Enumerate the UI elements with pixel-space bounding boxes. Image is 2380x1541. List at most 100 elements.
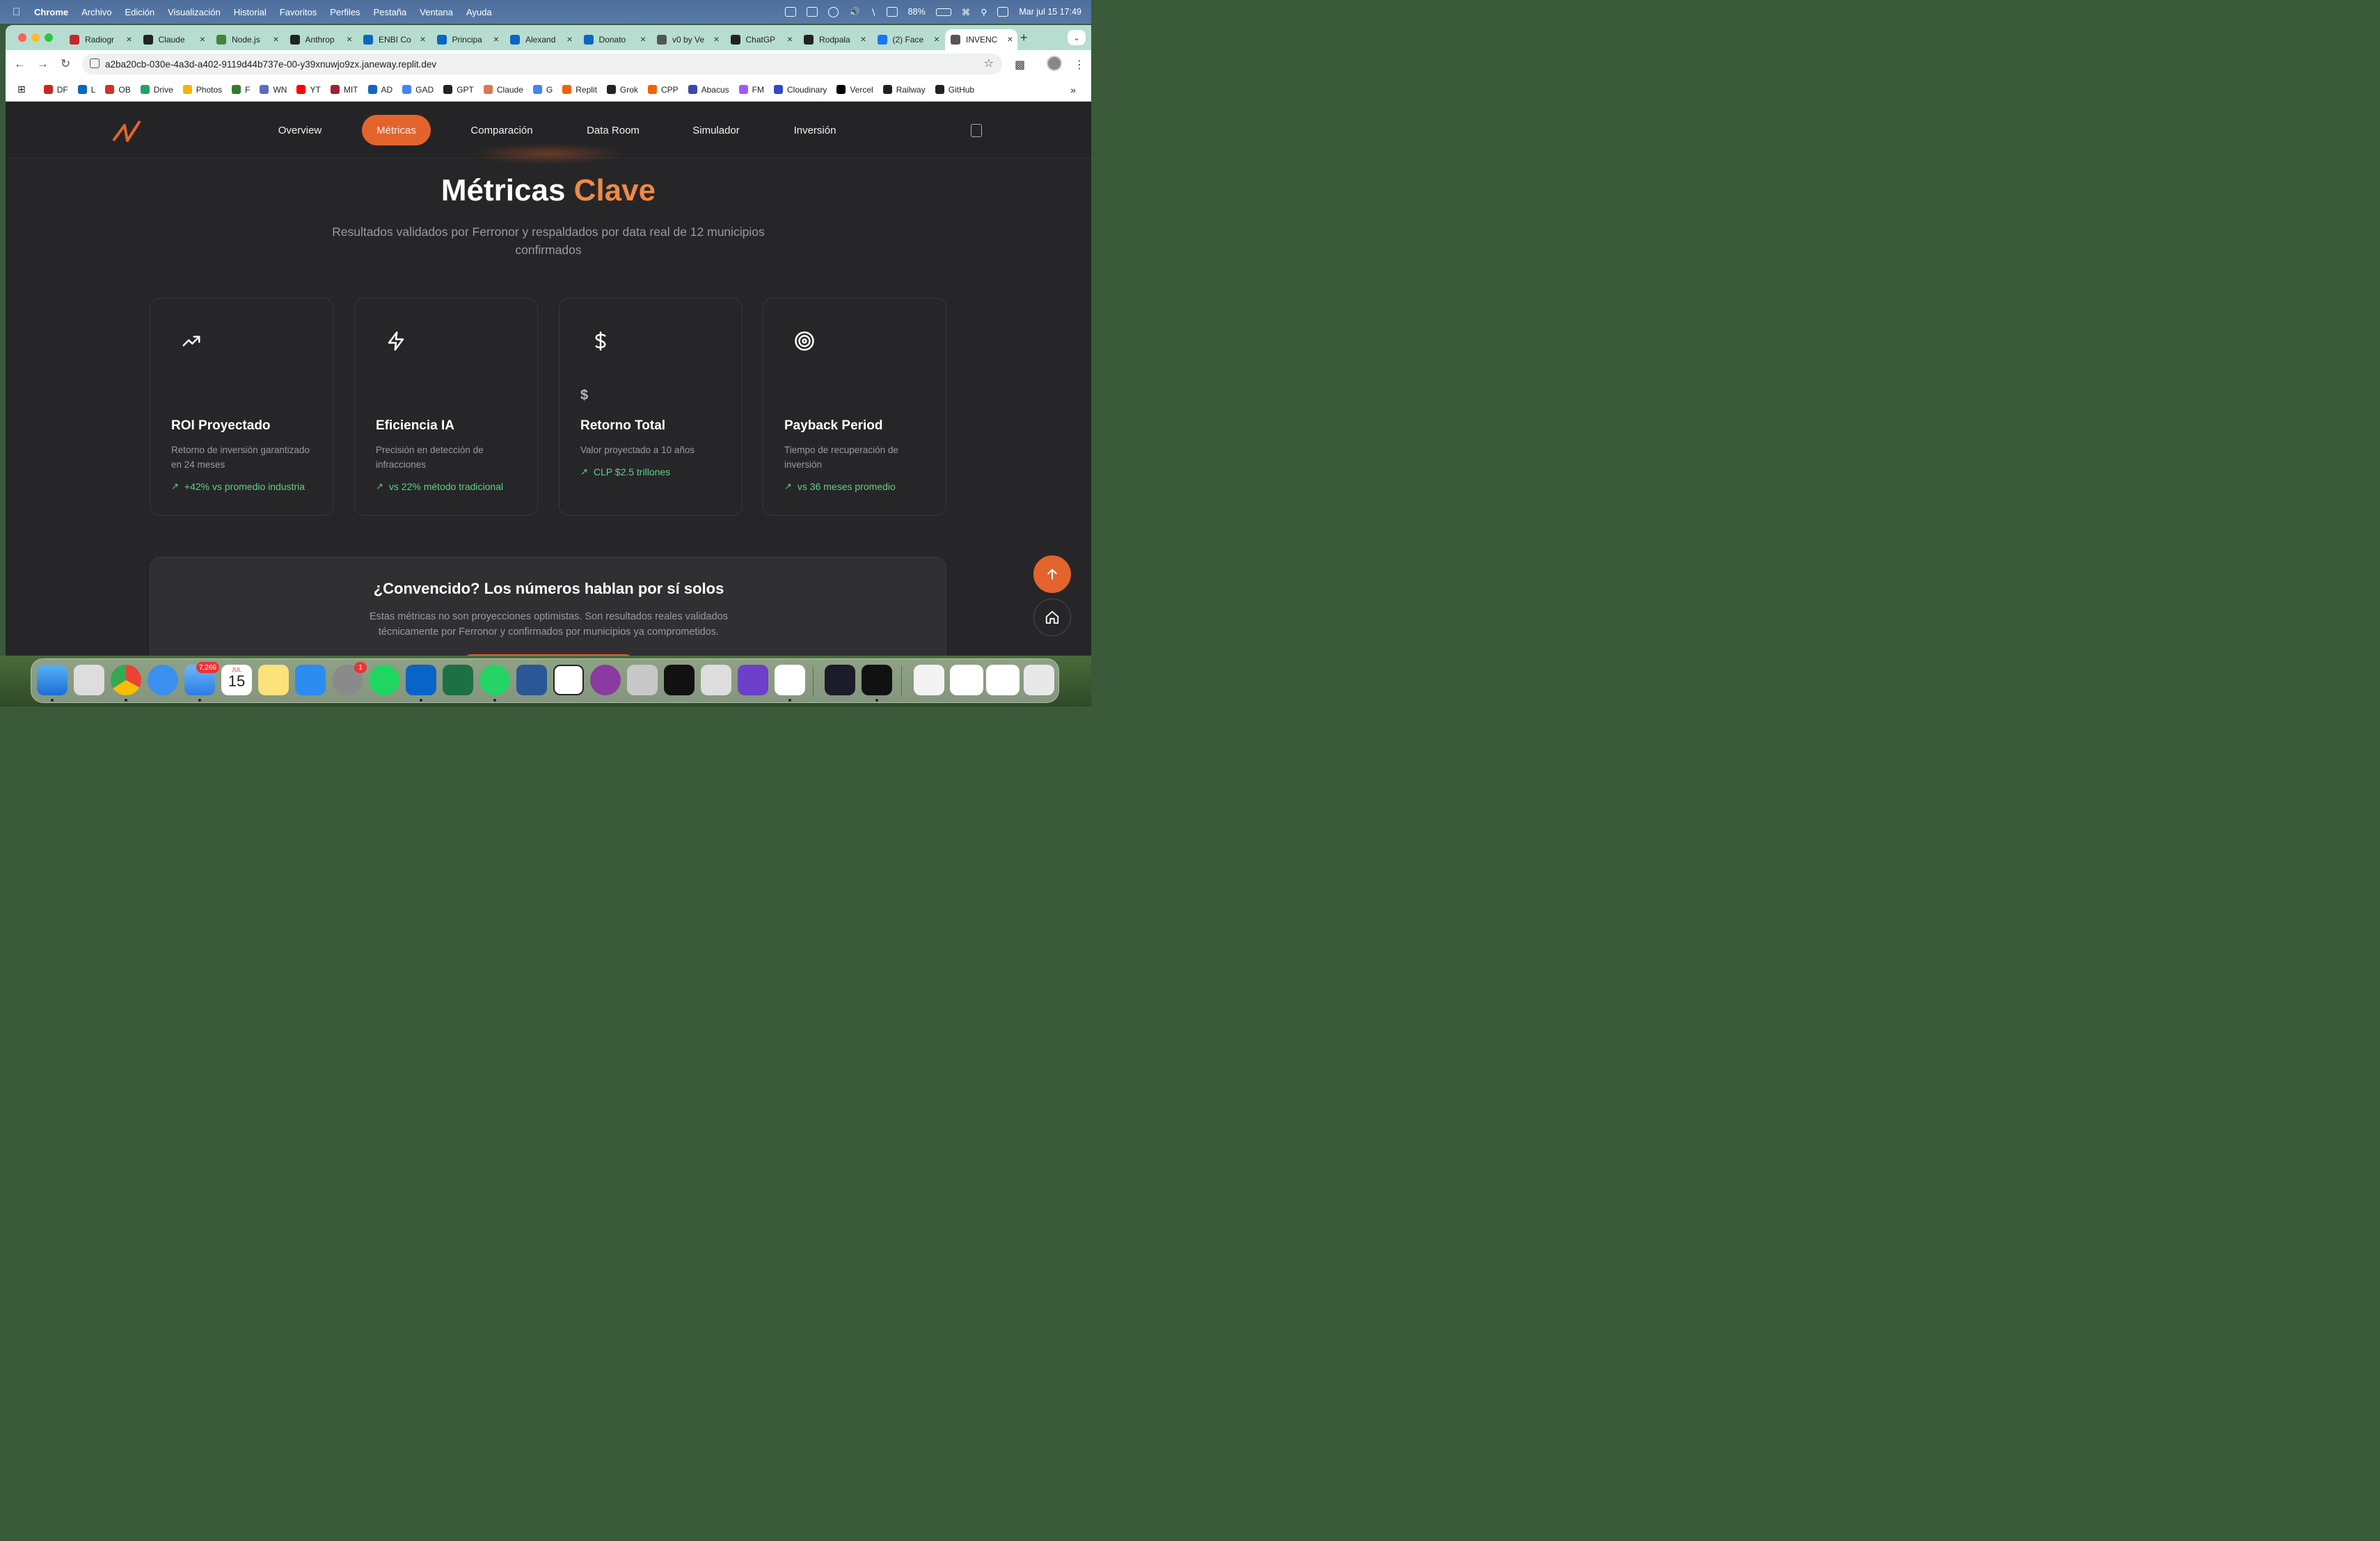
app-icon[interactable] — [701, 665, 731, 695]
search-icon[interactable]: ⚲ — [981, 7, 987, 17]
bookmark-item[interactable]: Railway — [882, 85, 926, 95]
browser-tab[interactable]: Node.js × — [211, 29, 283, 50]
word-icon[interactable] — [516, 665, 547, 695]
windsurf-icon[interactable] — [825, 665, 855, 695]
bookmark-item[interactable]: YT — [296, 85, 321, 95]
trash-icon[interactable] — [1024, 665, 1054, 695]
close-tab-icon[interactable]: × — [787, 33, 793, 45]
close-tab-icon[interactable]: × — [566, 33, 572, 45]
wifi-icon[interactable]: ⌘ — [962, 7, 971, 17]
nav-data-room[interactable]: Data Room — [576, 115, 650, 145]
browser-tab[interactable]: Principa × — [431, 29, 504, 50]
brand-logo[interactable] — [112, 118, 145, 142]
cta-button[interactable] — [461, 654, 635, 656]
browser-tab[interactable]: ChatGP × — [725, 29, 798, 50]
menu-ventana[interactable]: Ventana — [420, 7, 453, 17]
close-tab-icon[interactable]: × — [273, 33, 278, 45]
keynote-icon[interactable] — [295, 665, 326, 695]
bookmark-item[interactable]: Claude — [483, 85, 523, 95]
menu-app-name[interactable]: Chrome — [34, 7, 68, 17]
bookmark-item[interactable]: CPP — [647, 85, 679, 95]
bookmark-item[interactable]: Drive — [140, 85, 173, 95]
browser-tab[interactable]: Radiogr × — [64, 29, 136, 50]
bluetooth-icon[interactable]: ∖ — [871, 7, 876, 17]
launchpad-icon[interactable] — [74, 665, 104, 695]
nav-inversion[interactable]: Inversión — [783, 115, 847, 145]
bookmark-item[interactable]: Replit — [562, 85, 597, 95]
bookmark-item[interactable]: Cloudinary — [773, 85, 827, 95]
battery-icon[interactable] — [935, 8, 951, 16]
terminal-icon[interactable] — [862, 665, 892, 695]
nav-comparacion[interactable]: Comparación — [459, 115, 544, 145]
browser-tab[interactable]: Donato × — [578, 29, 651, 50]
extensions-icon[interactable]: ▩ — [1015, 58, 1025, 72]
circle-app-icon[interactable] — [590, 665, 621, 695]
control-center-icon[interactable] — [997, 7, 1009, 17]
bookmark-item[interactable]: MIT — [330, 85, 358, 95]
browser-tab[interactable]: Alexand × — [505, 29, 577, 50]
menu-favoritos[interactable]: Favoritos — [280, 7, 317, 17]
apple-icon[interactable]:  — [13, 6, 22, 18]
menu-historial[interactable]: Historial — [234, 7, 267, 17]
bookmark-item[interactable]: FM — [738, 85, 764, 95]
safari-icon[interactable] — [148, 665, 178, 695]
site-info-icon[interactable] — [90, 58, 100, 68]
more-bookmarks-icon[interactable]: » — [1070, 84, 1076, 95]
menu-pestana[interactable]: Pestaña — [374, 7, 407, 17]
display-icon[interactable] — [886, 7, 898, 17]
close-tab-icon[interactable]: × — [493, 33, 499, 45]
browser-tab[interactable]: v0 by Ve × — [651, 29, 724, 50]
replit-icon[interactable] — [664, 665, 695, 695]
document-thumbnail[interactable] — [914, 665, 944, 695]
back-button[interactable]: ← — [14, 57, 26, 71]
bookmark-item[interactable]: GitHub — [935, 85, 974, 95]
close-tab-icon[interactable]: × — [640, 33, 646, 45]
bookmark-item[interactable]: G — [532, 85, 553, 95]
bookmark-item[interactable]: OB — [105, 85, 131, 95]
nav-simulador[interactable]: Simulador — [682, 115, 750, 145]
close-tab-icon[interactable]: × — [126, 33, 132, 45]
browser-tab[interactable]: Claude × — [138, 29, 210, 50]
bookmark-item[interactable]: Abacus — [688, 85, 729, 95]
mail-draft-thumbnail[interactable] — [950, 665, 983, 695]
zoom-window-button[interactable] — [45, 33, 53, 42]
forward-button[interactable]: → — [37, 57, 49, 71]
system-settings-icon[interactable]: 1 — [332, 662, 367, 695]
drive-icon[interactable] — [807, 7, 818, 17]
minimize-window-button[interactable] — [31, 33, 40, 42]
whatsapp-icon[interactable] — [479, 665, 510, 695]
bookmark-item[interactable]: Vercel — [836, 85, 873, 95]
bookmark-item[interactable]: Photos — [182, 85, 222, 95]
tab-search-button[interactable]: ⌄ — [1068, 30, 1086, 45]
github-desktop-icon[interactable] — [738, 665, 768, 695]
menu-ayuda[interactable]: Ayuda — [466, 7, 492, 17]
close-tab-icon[interactable]: × — [713, 33, 719, 45]
menu-perfiles[interactable]: Perfiles — [330, 7, 360, 17]
bookmark-item[interactable]: GAD — [402, 85, 434, 95]
notes-icon[interactable] — [258, 665, 289, 695]
close-tab-icon[interactable]: × — [1007, 33, 1013, 45]
outlook-icon[interactable] — [406, 665, 436, 695]
screen-icon[interactable] — [785, 7, 797, 17]
bookmark-item[interactable]: L — [77, 85, 95, 95]
chrome-menu-icon[interactable]: ⋮ — [1074, 58, 1085, 72]
excel-icon[interactable] — [443, 665, 473, 695]
close-tab-icon[interactable]: × — [347, 33, 352, 45]
menu-edicion[interactable]: Edición — [125, 7, 154, 17]
close-tab-icon[interactable]: × — [200, 33, 205, 45]
chrome-dock-icon[interactable] — [111, 665, 141, 695]
browser-tab[interactable]: INVENC × — [945, 29, 1017, 50]
reload-button[interactable]: ↻ — [61, 57, 70, 71]
bookmark-item[interactable]: GPT — [443, 85, 474, 95]
menu-archivo[interactable]: Archivo — [81, 7, 111, 17]
mail-draft-thumbnail-2[interactable] — [986, 665, 1020, 695]
menu-visualizacion[interactable]: Visualización — [168, 7, 221, 17]
play-icon[interactable] — [828, 6, 839, 17]
browser-tab[interactable]: Rodpala × — [798, 29, 871, 50]
browser-tab[interactable]: (2) Face × — [872, 29, 944, 50]
volume-icon[interactable]: 🔊 — [849, 7, 860, 17]
close-window-button[interactable] — [18, 33, 26, 42]
calendar-icon[interactable]: JUL 15 — [221, 665, 252, 695]
bookmark-item[interactable]: DF — [43, 85, 68, 95]
close-tab-icon[interactable]: × — [934, 33, 939, 45]
